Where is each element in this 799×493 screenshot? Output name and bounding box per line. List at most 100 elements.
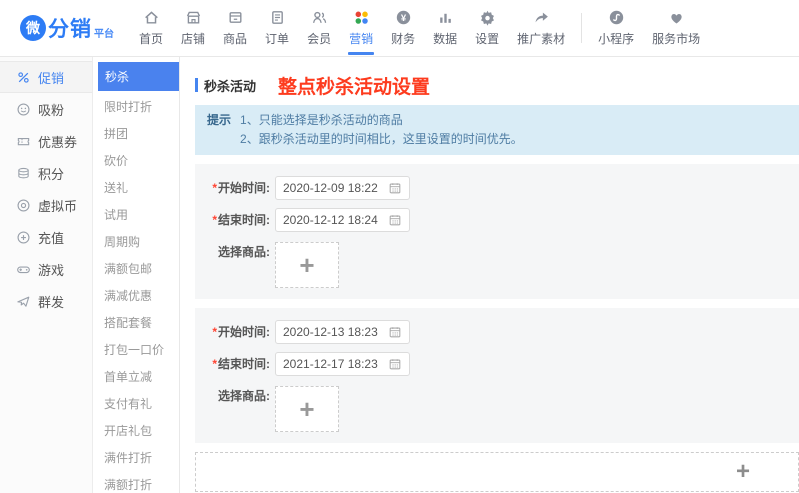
mini-program-icon — [608, 9, 625, 26]
submenu-item-store-opening-gift[interactable]: 开店礼包 — [93, 417, 179, 444]
sidebar-item-attract-fans[interactable]: 吸粉 — [0, 93, 92, 125]
form-row: *结束时间: — [206, 208, 799, 232]
form-row: *开始时间: — [206, 320, 799, 344]
form-row: *开始时间: — [206, 176, 799, 200]
sidebar-item-label: 吸粉 — [38, 100, 64, 119]
submenu-item-payment-gift[interactable]: 支付有礼 — [93, 390, 179, 417]
sidebar-item-games[interactable]: 游戏 — [0, 253, 92, 285]
plus-icon: + — [299, 252, 314, 278]
notice-line-1: 1、只能选择是秒杀活动的商品 — [240, 111, 523, 130]
body-row: 促销吸粉优惠券积分虚拟币充值游戏群发 秒杀限时打折拼团砍价送礼试用周期购满额包邮… — [0, 57, 799, 493]
topnav-item-shop[interactable]: 店铺 — [172, 0, 214, 56]
submenu-item-quantity-discount[interactable]: 满件打折 — [93, 444, 179, 471]
required-mark: * — [212, 357, 217, 371]
form-row: 选择商品: + — [206, 240, 799, 288]
top-navigation-bar: 微 分销 平台 首页 店铺 商品订单会员营销¥财务数据设置推广素材小程序服务市场 — [0, 0, 799, 57]
end-time-picker-2[interactable] — [275, 352, 410, 376]
sidebar-item-recharge[interactable]: 充值 — [0, 221, 92, 253]
calendar-icon[interactable] — [388, 325, 402, 339]
plus-icon: + — [299, 396, 314, 422]
start-time-picker-1[interactable] — [275, 176, 410, 200]
marketing-icon — [353, 9, 370, 26]
select-product-label: 选择商品: — [206, 240, 270, 264]
topnav-item-orders[interactable]: 订单 — [256, 0, 298, 56]
data-icon — [437, 9, 454, 26]
submenu-item-bargain[interactable]: 砍价 — [93, 147, 179, 174]
topnav-item-label: 数据 — [433, 30, 457, 47]
notice-banner: 提示 1、只能选择是秒杀活动的商品 2、跟秒杀活动里的时间相比，这里设置的时间优… — [195, 105, 799, 155]
start-time-label: *开始时间: — [206, 176, 270, 200]
topnav-item-promo-materials[interactable]: 推广素材 — [508, 0, 574, 56]
topnav-item-label: 店铺 — [181, 30, 205, 47]
end-time-input-1[interactable] — [283, 213, 383, 227]
start-time-input-2[interactable] — [283, 325, 383, 339]
page-title: 秒杀活动 — [204, 76, 256, 95]
brand-logo[interactable]: 微 分销 平台 — [20, 13, 124, 43]
goods-icon — [227, 9, 244, 26]
submenu-item-group-buy[interactable]: 拼团 — [93, 120, 179, 147]
topnav-item-home[interactable]: 首页 — [130, 0, 172, 56]
end-time-picker-1[interactable] — [275, 208, 410, 232]
sidebar-item-virtual-coin[interactable]: 虚拟币 — [0, 189, 92, 221]
topnav-item-settings[interactable]: 设置 — [466, 0, 508, 56]
attract-fans-icon — [16, 102, 31, 117]
submenu-item-combo-package[interactable]: 搭配套餐 — [93, 309, 179, 336]
submenu-item-time-limited-discount[interactable]: 限时打折 — [93, 93, 179, 120]
notice-label: 提示 — [207, 111, 231, 148]
topnav-item-finance[interactable]: ¥财务 — [382, 0, 424, 56]
submenu-item-trial[interactable]: 试用 — [93, 201, 179, 228]
calendar-icon[interactable] — [388, 181, 402, 195]
sidebar-item-promotion[interactable]: 促销 — [0, 61, 92, 93]
promotion-icon — [16, 70, 31, 85]
finance-icon: ¥ — [395, 9, 412, 26]
topnav-item-data[interactable]: 数据 — [424, 0, 466, 56]
calendar-icon[interactable] — [388, 213, 402, 227]
topnav-item-marketing[interactable]: 营销 — [340, 0, 382, 56]
submenu-item-flash-sale[interactable]: 秒杀 — [98, 62, 179, 91]
sidebar-item-label: 游戏 — [38, 260, 64, 279]
sidebar-item-label: 群发 — [38, 292, 64, 311]
home-icon — [143, 9, 160, 26]
submenu-item-cycle-purchase[interactable]: 周期购 — [93, 228, 179, 255]
points-icon — [16, 166, 31, 181]
sidebar-item-coupons[interactable]: 优惠券 — [0, 125, 92, 157]
start-time-picker-2[interactable] — [275, 320, 410, 344]
topnav-item-service-market[interactable]: 服务市场 — [643, 0, 709, 56]
title-accent-bar — [195, 78, 198, 92]
start-time-input-1[interactable] — [283, 181, 383, 195]
topnav-item-members[interactable]: 会员 — [298, 0, 340, 56]
end-time-label: *结束时间: — [206, 208, 270, 232]
topnav-menu: 首页 店铺 商品订单会员营销¥财务数据设置推广素材小程序服务市场 — [130, 0, 709, 56]
notice-line-2: 2、跟秒杀活动里的时间相比，这里设置的时间优先。 — [240, 130, 523, 149]
primary-sidebar: 促销吸粉优惠券积分虚拟币充值游戏群发 — [0, 57, 93, 493]
submenu-item-amount-discount[interactable]: 满额打折 — [93, 471, 179, 493]
sidebar-item-label: 充值 — [38, 228, 64, 247]
add-product-button-2[interactable]: + — [275, 386, 339, 432]
submenu-item-full-amount-free-shipping[interactable]: 满额包邮 — [93, 255, 179, 282]
submenu-item-first-order-discount[interactable]: 首单立减 — [93, 363, 179, 390]
sidebar-item-points[interactable]: 积分 — [0, 157, 92, 189]
topnav-item-mini-program[interactable]: 小程序 — [589, 0, 643, 56]
add-time-slot-button[interactable]: + — [195, 452, 799, 492]
start-time-label: *开始时间: — [206, 320, 270, 344]
form-row: *结束时间: — [206, 352, 799, 376]
topnav-item-label: 服务市场 — [652, 30, 700, 47]
calendar-icon[interactable] — [388, 357, 402, 371]
topnav-item-label: 商品 — [223, 30, 247, 47]
sidebar-item-mass-send[interactable]: 群发 — [0, 285, 92, 317]
submenu-item-gift[interactable]: 送礼 — [93, 174, 179, 201]
submenu-item-package-fixed-price[interactable]: 打包一口价 — [93, 336, 179, 363]
logo-circle-icon: 微 — [20, 15, 46, 41]
promo-materials-icon — [533, 9, 550, 26]
coupons-icon — [16, 134, 31, 149]
recharge-icon — [16, 230, 31, 245]
required-mark: * — [212, 181, 217, 195]
submenu-item-full-reduction-discount[interactable]: 满减优惠 — [93, 282, 179, 309]
add-product-button-1[interactable]: + — [275, 242, 339, 288]
topnav-item-label: 首页 — [139, 30, 163, 47]
topnav-item-goods[interactable]: 商品 — [214, 0, 256, 56]
plus-icon: + — [736, 460, 750, 484]
sidebar-item-label: 虚拟币 — [38, 196, 77, 215]
end-time-input-2[interactable] — [283, 357, 383, 371]
logo-suffix: 平台 — [94, 25, 114, 40]
